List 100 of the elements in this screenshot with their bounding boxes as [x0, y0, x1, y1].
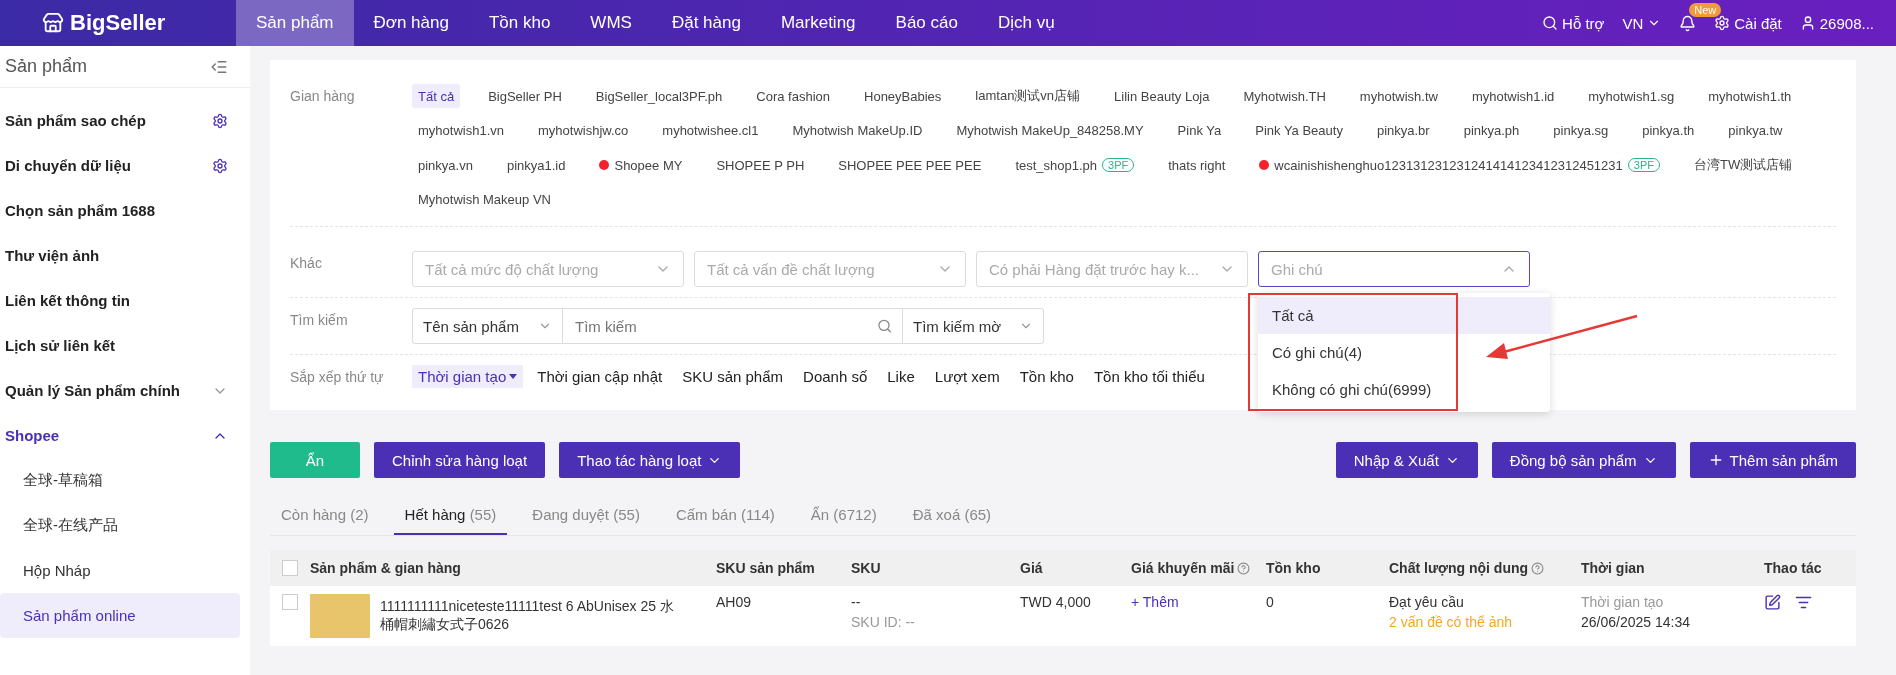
shop-filter-option[interactable]: BigSeller_local3PF.ph: [589, 84, 729, 108]
nav-tab[interactable]: Báo cáo: [875, 0, 978, 46]
shop-filter-option[interactable]: pinkya.br: [1370, 120, 1436, 141]
status-tab[interactable]: Hết hàng (55): [393, 496, 508, 535]
shop-filter-option[interactable]: SHOPEE PEE PEE PEE: [832, 153, 988, 177]
search-type-select[interactable]: Tên sản phẩm: [413, 309, 563, 343]
column-header: Thao tác: [1764, 560, 1823, 576]
filter-label: Khác: [290, 254, 323, 271]
sort-option[interactable]: Thời gian cập nhật: [531, 365, 669, 388]
sidebar-subitem[interactable]: Hộp Nháp: [0, 548, 240, 593]
nav-tab[interactable]: Đặt hàng: [651, 0, 761, 46]
shop-filter-option[interactable]: pinkya.ph: [1457, 120, 1526, 141]
shop-filter-option[interactable]: Myhotwish.TH: [1237, 84, 1332, 108]
help-icon: [1531, 561, 1545, 575]
sort-option[interactable]: Thời gian tạo: [412, 365, 524, 388]
sidebar-subitem[interactable]: Sản phẩm online: [0, 593, 240, 638]
sort-option[interactable]: SKU sản phẩm: [676, 365, 790, 388]
shop-filter-option[interactable]: test_shop1.ph 3PF: [1009, 153, 1141, 177]
sort-option[interactable]: Doanh số: [797, 365, 874, 388]
shop-filter-option[interactable]: myhotwish1.vn: [412, 120, 510, 141]
settings-link[interactable]: Cài đặt: [1714, 14, 1782, 32]
shop-filter-option[interactable]: Myhotwish Makeup VN: [412, 189, 557, 210]
add-promo-link[interactable]: + Thêm: [1131, 594, 1266, 610]
action-button[interactable]: Thao tác hàng loạt: [559, 442, 741, 478]
nav-tab[interactable]: WMS: [570, 0, 652, 46]
shop-filter-option[interactable]: lamtan测试vn店铺: [969, 84, 1087, 108]
shop-filter-option[interactable]: pinkya.sg: [1547, 120, 1615, 141]
gear-icon[interactable]: [212, 112, 228, 129]
edit-icon[interactable]: [1764, 594, 1781, 611]
sort-option[interactable]: Tồn kho: [1013, 365, 1080, 388]
shop-filter-option[interactable]: Myhotwish MakeUp.ID: [786, 120, 929, 141]
sidebar-subitem[interactable]: 全球-草稿箱: [0, 458, 240, 503]
search-bar[interactable]: Tên sản phẩm Tìm kiếm Tìm kiếm mờ: [412, 308, 1044, 344]
shop-filter-option[interactable]: Shopee MY: [593, 153, 689, 177]
search-mode-select[interactable]: Tìm kiếm mờ: [903, 309, 1043, 343]
shop-filter-option[interactable]: myhotwish1.sg: [1582, 84, 1681, 108]
shop-filter-option[interactable]: myhotwishee.cl1: [656, 120, 765, 141]
shop-filter-option[interactable]: pinkya1.id: [500, 153, 572, 177]
shop-filter-option[interactable]: thats right: [1162, 153, 1232, 177]
search-icon[interactable]: [876, 318, 892, 334]
shop-filter-option[interactable]: Cora fashion: [750, 84, 836, 108]
nav-tab[interactable]: Marketing: [760, 0, 876, 46]
sidebar-item[interactable]: Liên kết thông tin: [0, 278, 250, 323]
dropdown-option[interactable]: Có ghi chú(4): [1258, 334, 1550, 371]
select-all-checkbox[interactable]: [282, 560, 298, 576]
shop-filter-option[interactable]: pinkya.tw: [1722, 120, 1789, 141]
list-icon[interactable]: [1795, 594, 1812, 611]
logo[interactable]: BigSeller: [0, 10, 236, 36]
sidebar-item[interactable]: Di chuyển dữ liệu: [0, 143, 250, 188]
dropdown-option[interactable]: Tất cả: [1258, 297, 1550, 334]
column-header: Tồn kho: [1266, 560, 1322, 576]
action-button[interactable]: Chỉnh sửa hàng loạt: [374, 442, 546, 478]
shop-filter-option[interactable]: myhotwish1.th: [1702, 84, 1798, 108]
sort-option[interactable]: Lượt xem: [928, 365, 1006, 388]
quality-issue: 2 vấn đề có thể ảnh: [1389, 614, 1513, 630]
shop-filter-option[interactable]: Tất cả: [412, 84, 461, 108]
column-header: Thời gian: [1581, 560, 1646, 576]
sidebar-item[interactable]: Shopee: [0, 413, 250, 458]
shop-filter-option[interactable]: pinkya.vn: [412, 153, 479, 177]
shop-filter-option[interactable]: wcainishishenghuo123131231231241414123412312451231 3PF: [1253, 153, 1666, 177]
shop-filter-option[interactable]: BigSeller PH: [482, 84, 568, 108]
shop-filter-option[interactable]: SHOPEE P PH: [710, 153, 811, 177]
action-button[interactable]: Đồng bộ sản phẩm: [1491, 442, 1676, 478]
sidebar-item[interactable]: Thư viện ảnh: [0, 233, 250, 278]
sidebar-subitem[interactable]: 全球-在线产品: [0, 503, 240, 548]
shop-filter-option[interactable]: 台湾TW测试店铺: [1688, 153, 1799, 177]
shop-filter-option[interactable]: HoneyBabies: [858, 84, 948, 108]
nav-tab[interactable]: Sản phẩm: [236, 0, 354, 46]
action-button[interactable]: Thêm sản phẩm: [1689, 442, 1856, 478]
help-link[interactable]: Hỗ trợ: [1542, 14, 1605, 32]
nav-tab[interactable]: Dịch vụ: [977, 0, 1075, 46]
row-checkbox[interactable]: [282, 594, 298, 610]
shop-filter-option[interactable]: Pink Ya Beauty: [1249, 120, 1349, 141]
shop-filter-option[interactable]: myhotwish1.id: [1465, 84, 1561, 108]
sidebar-item[interactable]: Quản lý Sản phẩm chính: [0, 368, 250, 413]
language-select[interactable]: VN: [1622, 14, 1662, 32]
nav-tab[interactable]: Tồn kho: [468, 0, 571, 46]
dropdown-option[interactable]: Không có ghi chú(6999): [1258, 371, 1550, 408]
search-icon: [1542, 15, 1559, 31]
shop-filter-option[interactable]: Pink Ya: [1171, 120, 1228, 141]
shop-filter-option[interactable]: pinkya.th: [1636, 120, 1701, 141]
shop-filter-option[interactable]: myhotwish.tw: [1353, 84, 1444, 108]
shop-filter-option[interactable]: myhotwishjw.co: [532, 120, 635, 141]
gear-icon[interactable]: [212, 157, 228, 174]
action-button[interactable]: Nhập & Xuất: [1335, 442, 1478, 478]
column-header: Sản phẩm & gian hàng: [310, 560, 462, 576]
user-menu[interactable]: 26908...: [1799, 14, 1874, 32]
sort-option[interactable]: Tồn kho tối thiểu: [1087, 365, 1211, 388]
product-name[interactable]: 1111111111niceteste11111test 6 AbUnisex 25 水桶帽刺繡女式子0626: [380, 594, 680, 638]
sort-option[interactable]: Like: [881, 365, 921, 388]
sidebar-item[interactable]: Sản phẩm sao chép: [0, 98, 250, 143]
shop-filter-option[interactable]: Myhotwish MakeUp_848258.MY: [950, 120, 1150, 141]
column-header: SKU sản phẩm: [716, 560, 816, 576]
shop-filter-option[interactable]: Lilin Beauty Loja: [1108, 84, 1216, 108]
nav-tab[interactable]: Đơn hàng: [353, 0, 469, 46]
table-cell-text: TWD 4,000: [1020, 594, 1092, 610]
sidebar-item[interactable]: Chọn sản phẩm 1688: [0, 188, 250, 233]
sidebar-item[interactable]: Lịch sử liên kết: [0, 323, 250, 368]
filter-label: Sắp xếp thứ tự: [290, 368, 385, 385]
bell-icon[interactable]: [1679, 14, 1697, 32]
